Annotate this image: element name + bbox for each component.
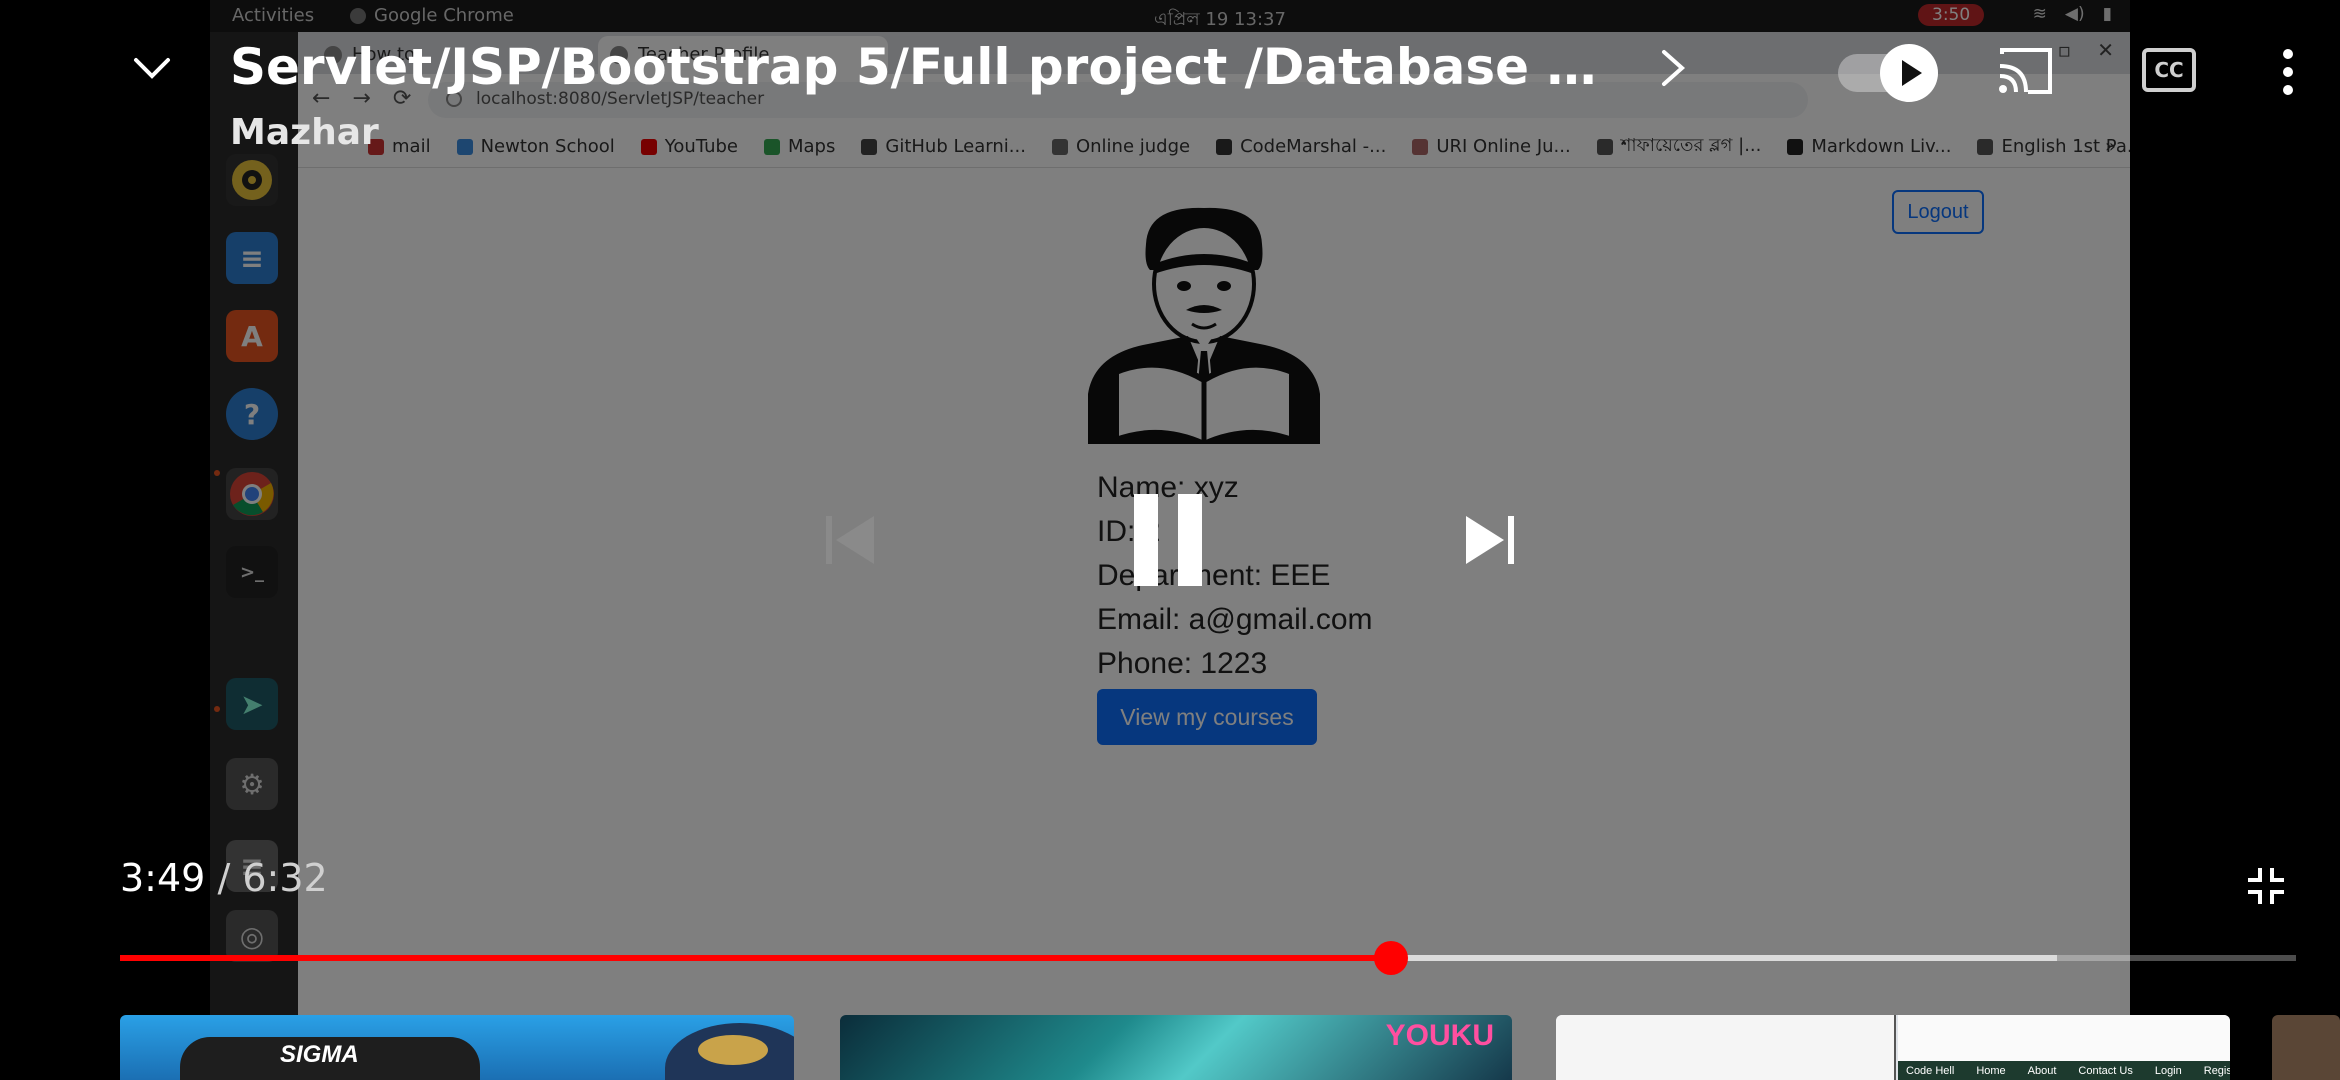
related-video-thumbnail[interactable]: SIGMA bbox=[120, 1015, 794, 1080]
thumbnail-browser-window bbox=[1556, 1015, 1896, 1080]
next-video-icon[interactable] bbox=[1460, 510, 1520, 570]
minimize-player-button[interactable] bbox=[128, 44, 176, 92]
time-display: 3:49 / 6:32 bbox=[120, 856, 328, 900]
thumbnail-badge bbox=[698, 1035, 768, 1065]
played-bar bbox=[120, 955, 1391, 961]
autoplay-knob[interactable] bbox=[1880, 44, 1938, 102]
thumbnail-text: YOUKU bbox=[1385, 1019, 1494, 1052]
previous-video-icon[interactable] bbox=[820, 510, 880, 570]
seek-scrubber[interactable] bbox=[1373, 941, 1408, 975]
captions-button[interactable]: CC bbox=[2142, 48, 2196, 92]
related-video-thumbnail[interactable]: YOUKU bbox=[840, 1015, 1512, 1080]
related-video-thumbnail[interactable]: Code Hell Home About Contact Us Login Re… bbox=[1556, 1015, 2230, 1080]
video-title[interactable]: Servlet/JSP/Bootstrap 5/Full project /Da… bbox=[230, 38, 1630, 96]
pause-icon[interactable] bbox=[1126, 492, 1210, 588]
channel-name[interactable]: Mazhar bbox=[230, 112, 379, 153]
exit-fullscreen-icon[interactable] bbox=[2246, 866, 2286, 906]
thumbnail-navbar: Code Hell Home About Contact Us Login Re… bbox=[1898, 1061, 2230, 1080]
thumbnail-text: SIGMA bbox=[280, 1041, 359, 1068]
time-separator: / bbox=[217, 856, 231, 900]
chevron-right-icon[interactable] bbox=[1656, 46, 1692, 90]
play-icon bbox=[1902, 60, 1922, 86]
video-duration: 6:32 bbox=[242, 856, 328, 900]
seek-bar[interactable] bbox=[120, 955, 2296, 961]
current-time: 3:49 bbox=[120, 856, 206, 900]
more-options-icon[interactable] bbox=[2266, 46, 2310, 98]
cast-icon[interactable] bbox=[1996, 46, 2054, 96]
related-video-thumbnail[interactable] bbox=[2272, 1015, 2340, 1080]
